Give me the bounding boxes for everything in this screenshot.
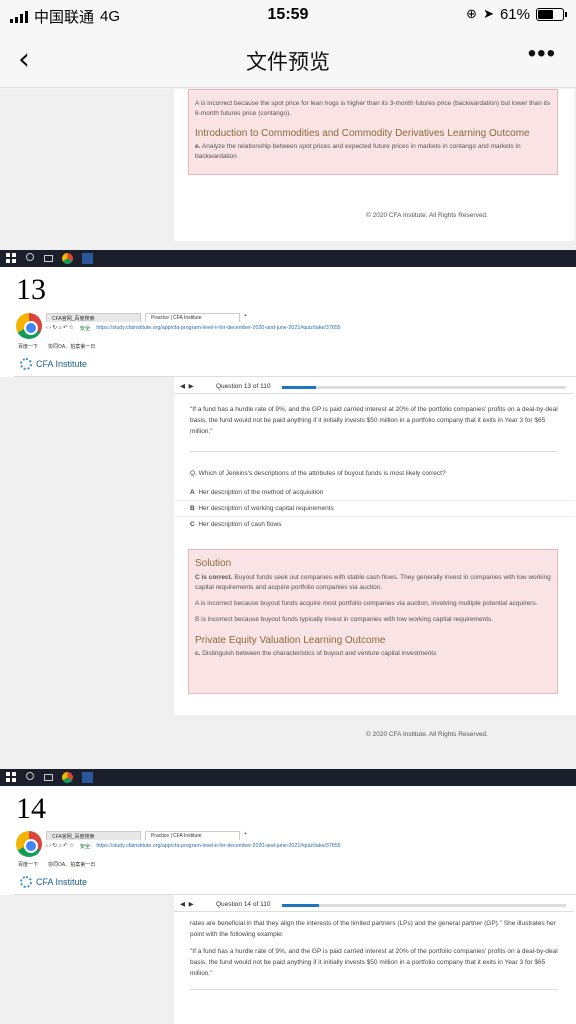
windows-taskbar [0, 769, 576, 786]
secure-label: 安全 [79, 844, 91, 850]
cfa-logo: CFA Institute [20, 358, 87, 370]
battery-percent: 61% [499, 6, 530, 23]
prev-next-arrows[interactable]: ◀ ▶ [180, 382, 194, 390]
outcome-title: Private Equity Valuation Learning Outcom… [195, 635, 386, 646]
search-icon [26, 253, 34, 261]
chrome-logo-icon [16, 313, 42, 339]
taskview-icon [44, 774, 53, 781]
url-text: https://study.cfainstitute.org/app/cfa-p… [96, 325, 341, 331]
cfa-logo: CFA Institute [20, 876, 87, 888]
word-icon [82, 772, 93, 783]
status-bar: 中国联通 4G 15:59 ⊕ ➤ 61% [0, 0, 576, 30]
url-text: https://study.cfainstitute.org/app/cfa-p… [96, 843, 341, 849]
word-icon [82, 253, 93, 264]
tab-baidu[interactable]: CFA官网_百度搜索 [46, 831, 141, 840]
new-tab-icon[interactable]: + [244, 313, 247, 322]
bookmark-baidu[interactable]: 百度一下 [18, 861, 38, 868]
option-a[interactable]: A Her description of the method of acqui… [174, 485, 574, 501]
progress-track [282, 386, 566, 389]
address-bar[interactable]: ‹ › ↻ ⌂ ↶ ☆ 安全 https://study.cfainstitut… [46, 323, 576, 333]
question-nav-bar: ◀ ▶ Question 14 of 110 [174, 898, 574, 912]
solution-text: C is correct. Buyout funds seek out comp… [195, 574, 551, 591]
previous-page: A is incorrect because the spot price fo… [0, 89, 576, 250]
new-tab-icon[interactable]: + [244, 831, 247, 840]
outcome-item: e. Analyze the relationship between spot… [195, 143, 521, 160]
chrome-icon [62, 772, 73, 783]
question-stem: Q. Which of Jenkins's descriptions of th… [190, 470, 446, 477]
progress-fill [282, 904, 319, 907]
solution-box: Solution C is correct. Buyout funds seek… [188, 549, 558, 694]
cfa-mark-icon [20, 876, 32, 888]
option-c[interactable]: C Her description of cash flows [174, 517, 574, 532]
question-content: rates are beneficial in that they align … [174, 912, 574, 1024]
tab-baidu[interactable]: CFA官网_百度搜索 [46, 313, 141, 322]
question-quote: "If a fund has a hurdle rate of 9%, and … [190, 406, 558, 435]
progress-fill [282, 386, 317, 389]
explanation-a: A is incorrect because buyout funds acqu… [195, 600, 538, 607]
address-bar[interactable]: ‹ › ↻ ⌂ ↶ ☆ 安全 https://study.cfainstitut… [46, 841, 576, 851]
cfa-mark-icon [20, 358, 32, 370]
tab-bar: CFA官网_百度搜索 Practice | CFA Institute + [46, 831, 247, 840]
taskview-icon [44, 255, 53, 262]
explanation-box: A is incorrect because the spot price fo… [188, 89, 558, 175]
question-nav-bar: ◀ ▶ Question 13 of 110 [174, 380, 574, 394]
more-dots-icon: ••• [527, 40, 556, 67]
nav-arrows-icon[interactable]: ‹ › ↻ ⌂ ↶ ☆ [46, 325, 74, 331]
question-counter: Question 14 of 110 [216, 901, 271, 908]
rotation-lock-icon: ⊕ [466, 7, 478, 22]
solution-title: Solution [195, 558, 232, 569]
search-icon [26, 772, 34, 780]
more-button[interactable]: ••• [528, 40, 556, 68]
tab-practice[interactable]: Practice | CFA Institute [145, 831, 240, 840]
page-number-14: 14 [16, 792, 46, 825]
windows-taskbar [0, 250, 576, 267]
question-counter: Question 13 of 110 [216, 383, 271, 390]
tab-bar: CFA官网_百度搜索 Practice | CFA Institute + [46, 313, 247, 322]
bookmarks-bar: 百度一下 协同OA、拍案第一日 [18, 343, 95, 350]
outcome-title: Introduction to Commodities and Commodit… [195, 128, 530, 139]
bookmark-oa[interactable]: 协同OA、拍案第一日 [48, 861, 95, 868]
bookmark-baidu[interactable]: 百度一下 [18, 343, 38, 350]
document-preview[interactable]: A is incorrect because the spot price fo… [0, 89, 576, 1024]
windows-icon [6, 253, 17, 264]
explanation-b: B is incorrect because buyout funds typi… [195, 616, 494, 623]
explanation-a: A is incorrect because the spot price fo… [195, 100, 551, 117]
page-title: 文件预览 [246, 51, 330, 74]
option-b[interactable]: B Her description of working capital req… [174, 501, 574, 517]
prev-next-arrows[interactable]: ◀ ▶ [180, 900, 194, 908]
footer-copyright-13: © 2020 CFA Institute. All Rights Reserve… [366, 731, 488, 738]
tab-practice[interactable]: Practice | CFA Institute [145, 313, 240, 322]
secure-label: 安全 [79, 326, 91, 332]
chrome-icon [62, 253, 73, 264]
footer-copyright: © 2020 CFA Institute. All Rights Reserve… [366, 212, 488, 219]
page-number-13: 13 [16, 273, 46, 306]
battery-icon [536, 8, 567, 21]
outcome-item: c. Distinguish between the characteristi… [195, 650, 437, 657]
bookmarks-bar: 百度一下 协同OA、拍案第一日 [18, 861, 95, 868]
location-icon: ➤ [483, 7, 494, 22]
progress-track [282, 904, 566, 907]
windows-icon [6, 772, 17, 783]
nav-arrows-icon[interactable]: ‹ › ↻ ⌂ ↶ ☆ [46, 843, 74, 849]
bookmark-oa[interactable]: 协同OA、拍案第一日 [48, 343, 95, 350]
nav-bar: ‹ 文件预览 ••• [0, 30, 576, 88]
question-quote: "If a fund has a hurdle rate of 9%, and … [190, 948, 558, 977]
chrome-logo-icon [16, 831, 42, 857]
question-text: rates are beneficial in that they align … [190, 920, 556, 938]
